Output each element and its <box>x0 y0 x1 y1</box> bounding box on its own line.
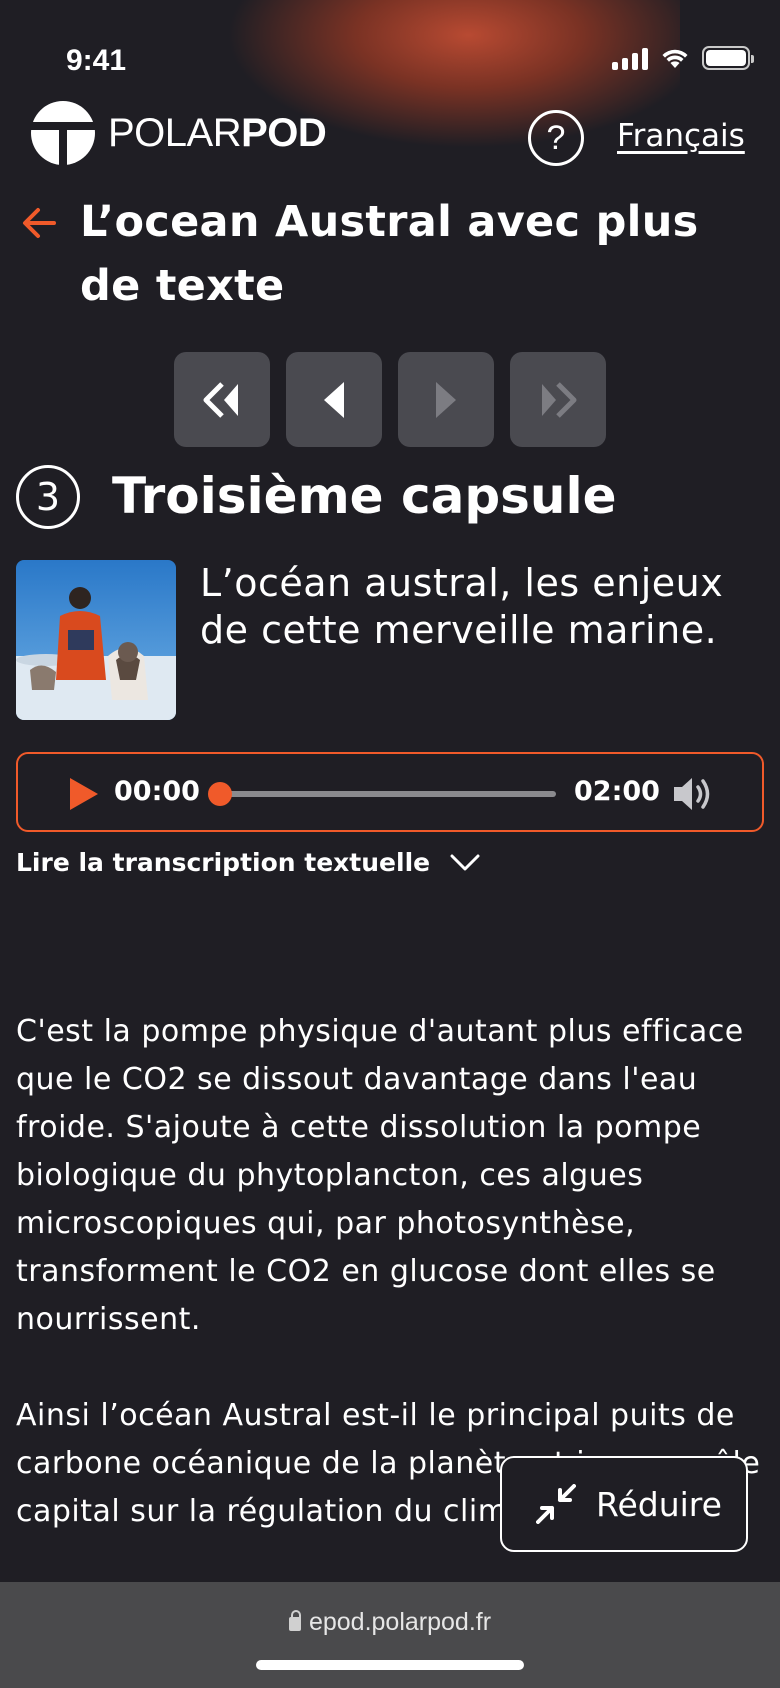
double-chevron-right-icon <box>542 381 577 418</box>
status-time: 9:41 <box>66 44 127 77</box>
chevron-down-icon <box>450 854 480 870</box>
capsule-description: L’océan austral, les enjeux de cette mer… <box>200 561 724 652</box>
polarpod-logo-icon <box>30 101 96 166</box>
reduce-button-label: Réduire <box>596 1484 722 1524</box>
logo-text: POLARPOD <box>108 110 327 155</box>
wifi-icon <box>662 49 688 68</box>
progress-knob[interactable] <box>208 782 232 806</box>
audio-player: 00:00 02:00 <box>16 752 764 832</box>
browser-address-bar[interactable]: epod.polarpod.fr <box>0 1582 780 1688</box>
cellular-signal-icon <box>612 46 648 70</box>
capsule-title: Troisième capsule <box>112 467 617 525</box>
double-chevron-left-icon <box>203 381 238 418</box>
lock-icon <box>288 1610 301 1631</box>
page-title: L’ocean Austral avec plus de texte <box>80 197 699 311</box>
collapse-arrows-icon <box>536 1484 576 1524</box>
play-icon[interactable] <box>68 776 100 812</box>
status-bar: 9:41 <box>0 0 780 100</box>
capsule-number-badge: 3 <box>16 465 80 529</box>
transcript-paragraph: C'est la pompe physique d'autant plus ef… <box>16 1014 744 1337</box>
status-icons <box>612 46 754 70</box>
back-arrow-icon[interactable] <box>20 204 58 242</box>
transcript-toggle-label: Lire la transcription textuelle <box>16 848 431 877</box>
next-capsule-button[interactable] <box>398 352 494 447</box>
progress-track[interactable] <box>220 791 556 797</box>
app-header: POLARPOD ? Français <box>0 96 780 176</box>
last-capsule-button[interactable] <box>510 352 606 447</box>
app-screen: 9:41 POLARPOD ? Français L’ocean Austral… <box>0 0 780 1688</box>
current-time: 00:00 <box>114 776 200 807</box>
triangle-right-icon <box>436 381 456 418</box>
help-icon: ? <box>546 118 566 157</box>
previous-capsule-button[interactable] <box>286 352 382 447</box>
help-button[interactable]: ? <box>528 110 584 166</box>
url-text: epod.polarpod.fr <box>0 1608 780 1637</box>
capsule-thumbnail <box>16 560 176 720</box>
volume-icon[interactable] <box>672 774 716 814</box>
language-selector[interactable]: Français <box>617 118 745 154</box>
home-indicator[interactable] <box>256 1660 524 1670</box>
triangle-left-icon <box>324 381 344 418</box>
battery-icon <box>702 46 754 70</box>
first-capsule-button[interactable] <box>174 352 270 447</box>
capsule-navigation <box>174 352 606 447</box>
polarpod-logo[interactable]: POLARPOD <box>30 100 327 166</box>
duration: 02:00 <box>574 776 660 807</box>
reduce-button[interactable]: Réduire <box>500 1456 748 1552</box>
transcript-toggle[interactable]: Lire la transcription textuelle <box>16 848 480 877</box>
